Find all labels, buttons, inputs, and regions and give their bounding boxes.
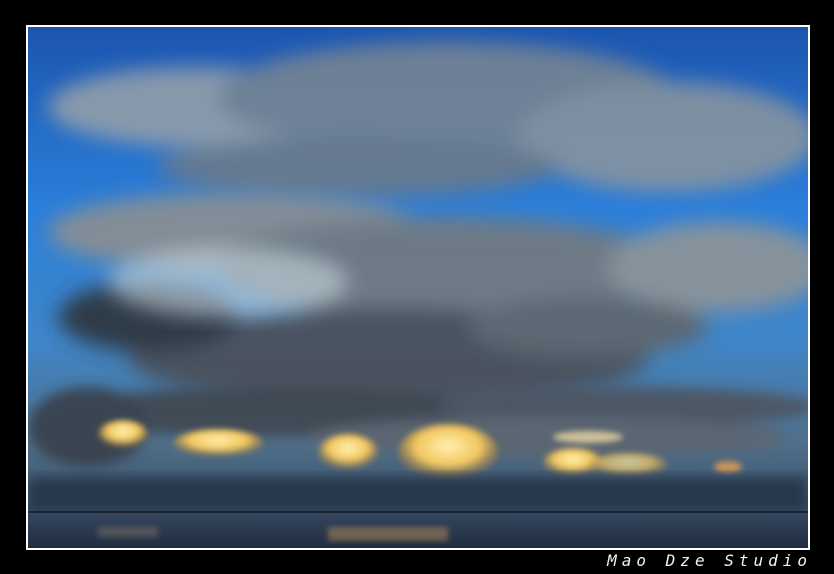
photo-frame: Mao Dze Studio bbox=[0, 0, 834, 574]
light-sky-patch bbox=[108, 247, 348, 317]
sky-photo-svg bbox=[28, 27, 808, 548]
studio-watermark: Mao Dze Studio bbox=[607, 551, 812, 570]
photo-border bbox=[26, 25, 810, 550]
cloud-base bbox=[28, 477, 808, 512]
sky-photo bbox=[28, 27, 808, 548]
horizon-line bbox=[28, 511, 808, 513]
